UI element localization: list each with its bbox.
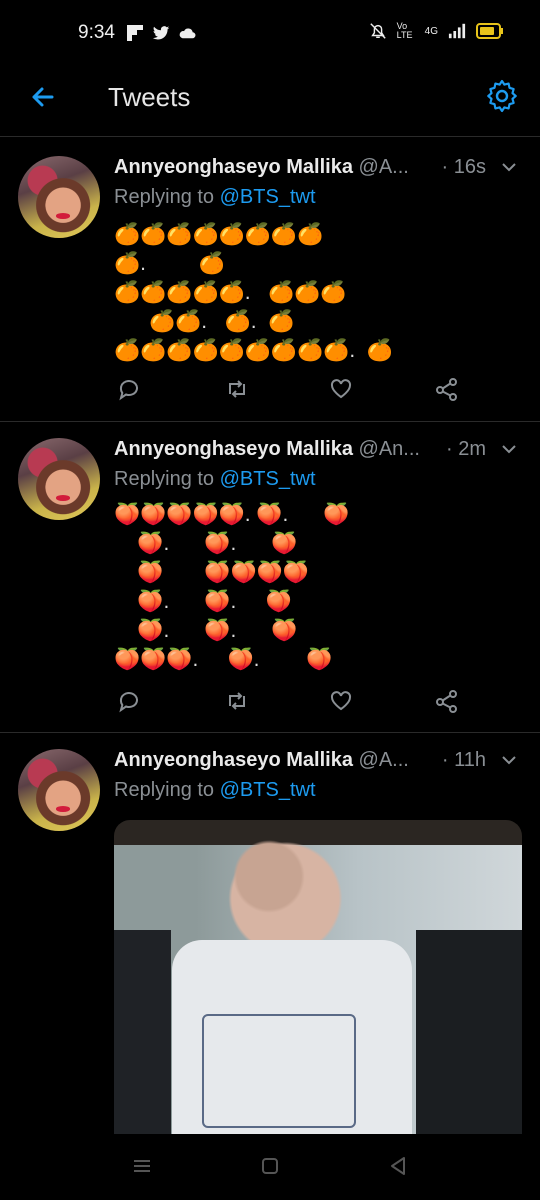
back-arrow-icon[interactable] [26,80,60,114]
avatar[interactable] [18,438,100,520]
page-title: Tweets [108,82,191,112]
author-name[interactable]: Annyeonghaseyo Mallika [114,438,353,460]
back-triangle-icon[interactable] [384,1152,412,1180]
reply-context: Replying to @BTS_twt [114,186,316,209]
author-handle: @A... [358,749,409,771]
cloud-icon [179,28,196,39]
reply-context: Replying to @BTS_twt [114,779,316,802]
author-handle: @A... [358,156,409,178]
tweet-header: Annyeonghaseyo Mallika @An... [114,438,420,461]
system-nav-bar [0,1134,540,1200]
twitter-bird-icon [152,26,170,40]
retweet-icon[interactable] [224,688,250,714]
heart-icon[interactable] [328,688,354,714]
reply-context: Replying to @BTS_twt [114,468,316,491]
avatar[interactable] [18,156,100,238]
chevron-down-icon[interactable] [500,158,518,176]
reply-mention[interactable]: @BTS_twt [220,186,316,208]
author-name[interactable]: Annyeonghaseyo Mallika [114,749,353,771]
menu-icon[interactable] [128,1152,156,1180]
tweet-text: 🍑🍑🍑🍑🍑. 🍑. 🍑 🍑. 🍑. 🍑 🍑 🍑🍑🍑🍑 🍑. 🍑. 🍑 🍑. 🍑.… [114,503,350,671]
reply-mention[interactable]: @BTS_twt [220,468,316,490]
photo-shirt [172,940,412,1134]
tweet[interactable]: Annyeonghaseyo Mallika @A... · 16s Reply… [0,138,540,422]
share-icon[interactable] [434,376,460,402]
heart-icon[interactable] [328,376,354,402]
tweet-text: 🍊🍊🍊🍊🍊🍊🍊🍊 🍊. 🍊 🍊🍊🍊🍊🍊. 🍊🍊🍊 🍊🍊. 🍊. 🍊 🍊🍊🍊🍊🍊🍊… [114,223,393,362]
gear-icon[interactable] [484,78,520,114]
tweet-time: · 16s [441,156,486,178]
author-name[interactable]: Annyeonghaseyo Mallika [114,156,353,178]
app-header: Tweets [0,66,540,137]
tweet-time: · 2m [446,438,486,460]
battery-icon [476,23,503,39]
reply-prefix: Replying to [114,468,220,490]
tweet-media-image[interactable] [114,820,522,1134]
reply-mention[interactable]: @BTS_twt [220,779,316,801]
tweet[interactable]: Annyeonghaseyo Mallika @An... · 2m Reply… [0,422,540,733]
author-handle: @An... [358,438,420,460]
volte-indicator: Vo LTE [396,21,413,40]
tweet-header: Annyeonghaseyo Mallika @A... [114,749,409,772]
avatar[interactable] [18,749,100,831]
status-time: 9:34 [78,22,115,43]
tweet-actions [114,688,474,718]
reply-icon[interactable] [116,376,142,402]
reply-icon[interactable] [116,688,142,714]
retweet-icon[interactable] [224,376,250,402]
chevron-down-icon[interactable] [500,751,518,769]
share-icon[interactable] [434,688,460,714]
tweet-time: · 11h [441,749,486,771]
chevron-down-icon[interactable] [500,440,518,458]
signal-icon [448,23,466,39]
flipboard-icon [127,25,143,41]
reply-prefix: Replying to [114,779,220,801]
home-icon[interactable] [256,1152,284,1180]
mute-bell-icon [369,23,386,39]
tweet-actions [114,376,474,406]
reply-prefix: Replying to [114,186,220,208]
tweet-header: Annyeonghaseyo Mallika @A... [114,156,409,179]
status-bar: 9:34 Vo LTE 4G [0,0,540,66]
network-type: 4G [424,25,438,37]
status-notification-icons [126,24,196,42]
status-system-icons: Vo LTE 4G [369,22,504,40]
